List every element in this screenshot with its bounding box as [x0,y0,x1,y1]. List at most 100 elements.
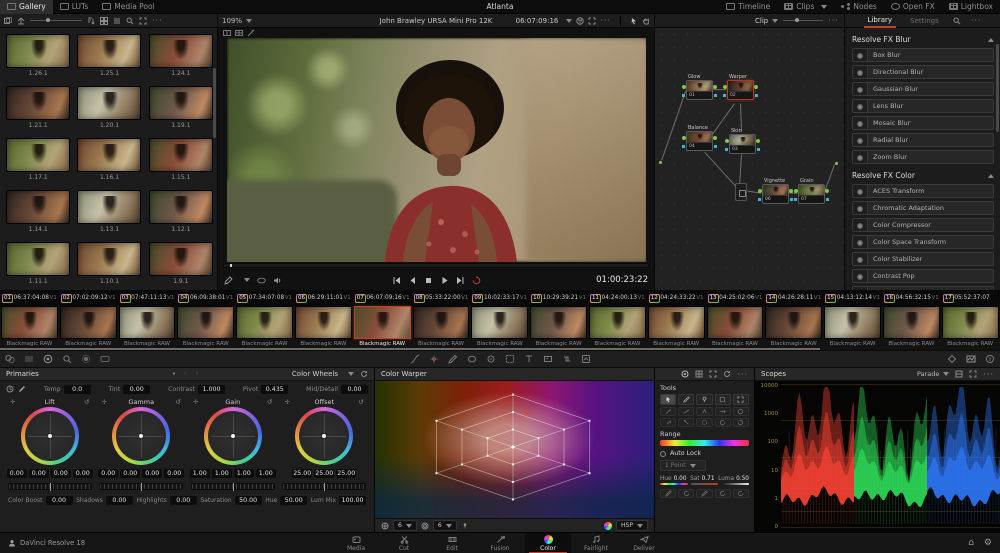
wheel-value-blue[interactable]: 0.00 [72,469,93,478]
reset-palette-icon[interactable] [360,370,368,378]
pin-icon[interactable] [461,522,469,530]
zoom-tool-button[interactable] [732,394,750,405]
master-wheel[interactable] [7,483,92,491]
sat-value-group[interactable]: Sat 0.71 [690,476,714,482]
clip-info[interactable]: 10 10:29:39:21 V1 [529,294,588,303]
annotations-tool-icon[interactable] [224,275,233,285]
gallery-still[interactable]: 1.15.1 [148,138,213,186]
sat-resolution-select[interactable]: 6 [432,520,457,531]
wheel-reset-icon[interactable]: ↺ [267,398,272,406]
hue-grid-icon[interactable] [381,522,389,530]
image-wipe-icon[interactable] [223,29,231,37]
clip-info[interactable]: 09 10:02:33:17 V1 [470,294,529,303]
open-fx-toggle-button[interactable]: Open FX [884,0,942,14]
sat-grid-icon[interactable] [421,522,429,530]
clip-grade-select[interactable]: Clip [755,17,779,25]
wheel-indicator[interactable] [139,434,144,438]
wheel-value-red[interactable]: 0.00 [28,469,49,478]
clip-info[interactable]: 14 04:26:28:11 V1 [764,294,823,303]
clip-info[interactable]: 05 07:34:07:08 V1 [235,294,294,303]
pick-tool-button[interactable] [696,394,713,405]
master-wheel[interactable] [190,483,275,491]
tab-media[interactable]: Media [333,533,379,553]
wheel-indicator[interactable] [230,434,235,438]
tab-cut[interactable]: Cut [381,533,427,553]
clip-info[interactable]: 02 07:02:09:12 V1 [59,294,118,303]
node-graph-panel[interactable]: Glow 01 Warper 02 Balance 04 Skin 03 Vig… [655,28,845,290]
warp-mode-button[interactable] [696,418,713,427]
wheel-value-green[interactable]: 0.00 [142,469,163,478]
adjustment-param[interactable]: Saturation 50.00 [200,496,262,505]
grid-view-icon[interactable] [100,16,108,25]
reset-button[interactable] [678,489,695,498]
timeline-clip-thumbnail[interactable]: Blackmagic RAW [764,306,823,350]
wheel-view-icon[interactable] [681,370,689,378]
wheel-ring[interactable] [203,407,262,465]
warp-mode-button[interactable] [696,407,713,416]
node-glow[interactable]: Glow 01 [682,74,717,100]
param-value[interactable]: 0.00 [45,496,73,505]
wheel-value-red[interactable]: 25.00 [292,469,313,478]
node-skin[interactable]: Skin 03 [725,128,760,154]
param-value[interactable]: 1.000 [198,384,226,394]
adjustment-param[interactable]: Shadows 0.00 [76,496,133,505]
gallery-still[interactable]: 1.26.1 [6,34,71,82]
timeline-clip-thumbnail[interactable]: Blackmagic RAW [59,306,118,350]
timeline-clip-thumbnail[interactable]: Blackmagic RAW [412,306,471,350]
gallery-still[interactable]: 1.13.1 [77,190,142,238]
viewer-options-icon[interactable]: ··· [600,16,611,25]
wheel-mode-icon[interactable]: ✛ [285,398,290,406]
wheel-mode-icon[interactable]: ✛ [193,398,198,406]
timeline-toggle-button[interactable]: Timeline [719,0,777,14]
warper-mode-select[interactable]: HSP [616,520,648,531]
scope-expand-icon[interactable] [969,370,977,378]
param-mid-detail[interactable]: Mid/Detail 0.00 [306,384,368,394]
warper-mesh[interactable] [375,381,654,518]
gallery-still[interactable]: 1.25.1 [77,34,142,82]
split-screen-icon[interactable] [235,29,243,37]
auto-lock-toggle[interactable] [660,450,666,457]
warp-mode-button[interactable] [732,418,750,427]
pen-button[interactable] [660,489,677,498]
gallery-options-icon[interactable]: ··· [152,16,163,25]
param-value[interactable]: 50.00 [280,496,308,505]
wheel-value-blue[interactable]: 1.00 [255,469,276,478]
gallery-still[interactable]: 1.11.1 [6,242,71,290]
grid-view-icon[interactable] [695,370,703,378]
adjustment-param[interactable]: Highlights 0.00 [137,496,197,505]
fullscreen-icon[interactable] [588,17,596,25]
wheel-value-blue[interactable]: 0.00 [164,469,185,478]
wheel-surface[interactable] [207,411,258,461]
param-value[interactable]: 0.00 [105,496,133,505]
source-input-port[interactable] [658,160,663,165]
clip-info[interactable]: 03 07:47:11:13 V1 [118,294,177,303]
param-contrast[interactable]: Contrast 1.000 [168,384,226,394]
node-grain[interactable]: Grain 07 [794,178,829,204]
rgb-mixer-icon[interactable] [43,354,53,364]
wheel-value-red[interactable]: 0.00 [120,469,141,478]
clip-info[interactable]: 07 06:07:09:16 V1 [353,294,412,303]
param-value[interactable]: 0.00 [123,384,151,394]
library-section-color[interactable]: Resolve FX Color [852,171,994,180]
curves-icon[interactable] [410,354,420,364]
pen-button[interactable] [696,489,713,498]
param-value[interactable]: 0.00 [340,384,368,394]
clip-info[interactable]: 11 04:24:00:13 V1 [588,294,647,303]
param-pivot[interactable]: Pivot 0.435 [243,384,289,394]
scope-mode-select[interactable]: Parade [917,370,950,378]
gallery-still[interactable]: 1.10.1 [77,242,142,290]
graph-options-icon[interactable]: ··· [828,16,839,25]
search-icon[interactable] [126,17,134,25]
expand-icon[interactable] [139,17,147,25]
timeline-stills-icon[interactable] [17,17,25,25]
timeline-clip-thumbnail[interactable]: Blackmagic RAW [176,306,235,350]
thumb-size-slider[interactable] [30,18,82,22]
wheel-indicator[interactable] [47,434,52,438]
region-tool-button[interactable] [714,394,731,405]
layer-mixer-node[interactable] [735,183,747,201]
tab-fairlight[interactable]: Fairlight [573,533,619,553]
hdr-palette-icon[interactable] [24,354,34,364]
wheel-ring[interactable] [295,407,354,465]
auto-balance-icon[interactable] [6,385,14,393]
wheel-surface[interactable] [24,411,75,461]
